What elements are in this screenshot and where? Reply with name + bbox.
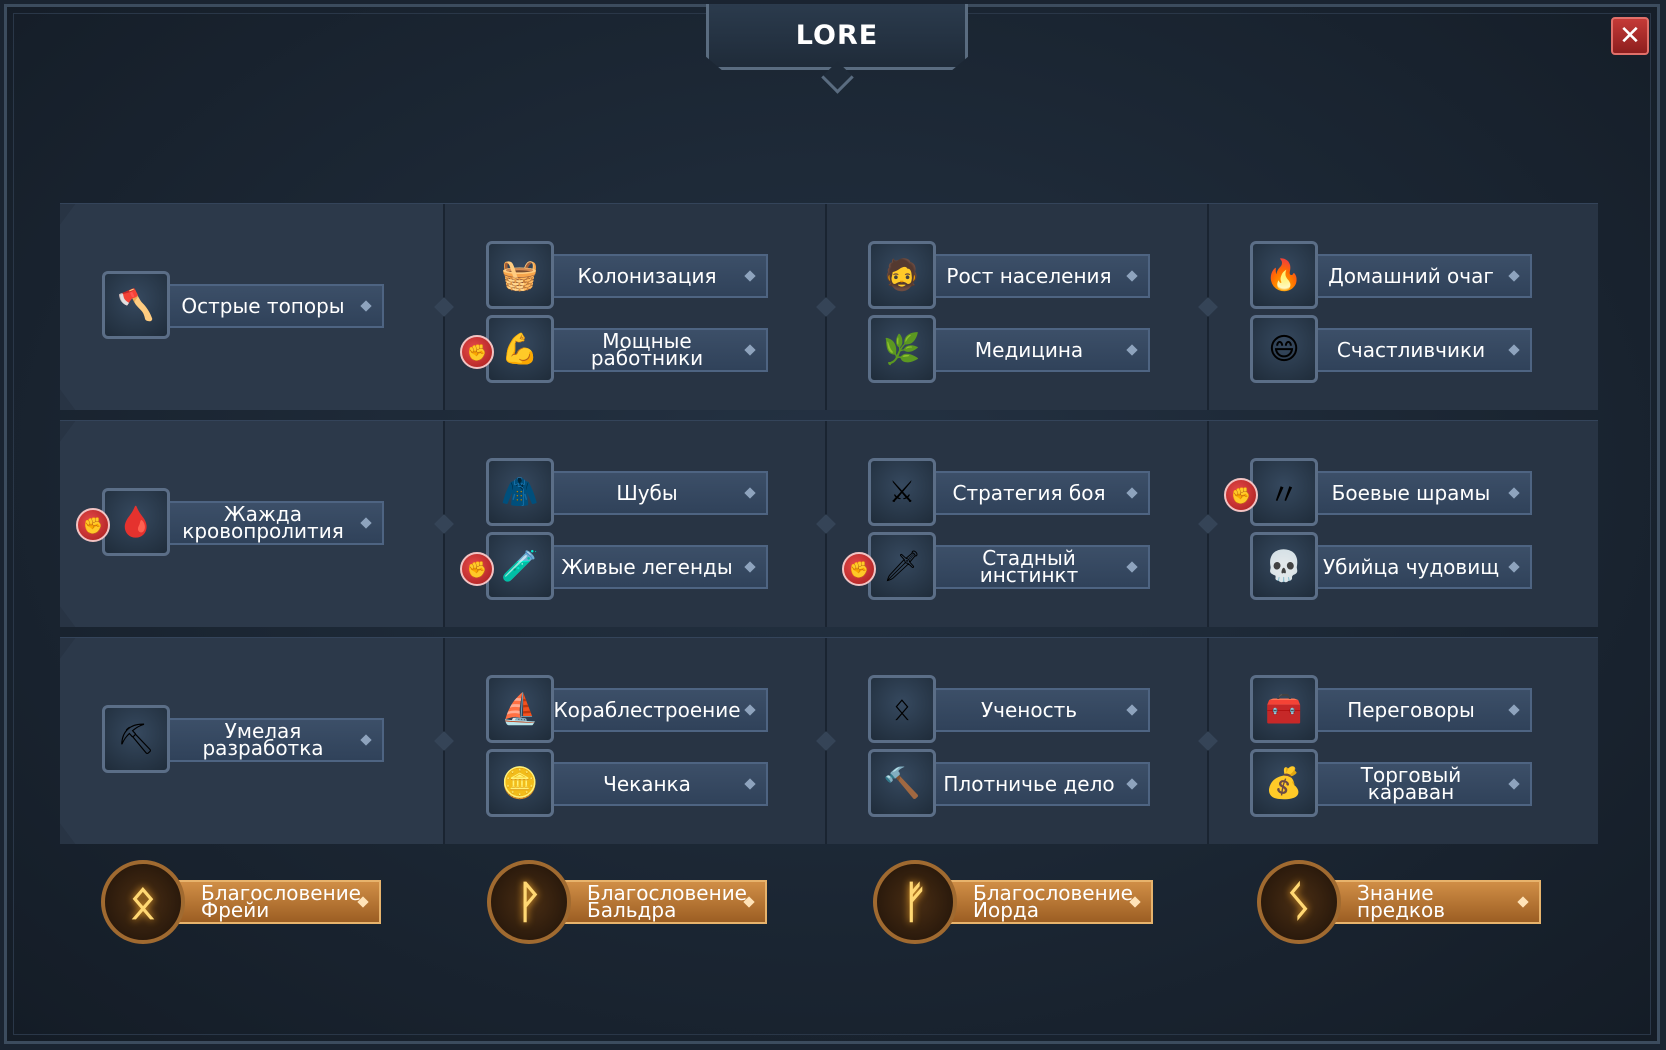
skill-label: Стратегия боя: [928, 471, 1150, 515]
herb-icon: 🌿: [868, 315, 936, 383]
villager-icon: 🧔: [868, 241, 936, 309]
connector-diamond: [1198, 514, 1218, 534]
close-icon: ✕: [1619, 21, 1641, 51]
blessing-label: Благословение Йорда: [935, 880, 1153, 924]
connector-diamond: [1198, 731, 1218, 751]
skill-label: Плотничье дело: [928, 762, 1150, 806]
skill-hammer[interactable]: 🔨 Плотничье дело: [868, 749, 1150, 819]
skill-label: Домашний очаг: [1310, 254, 1532, 298]
skill-label: Счастливчики: [1310, 328, 1532, 372]
skill-label: Колонизация: [546, 254, 768, 298]
blessing-label: Знание предков: [1319, 880, 1541, 924]
trade-coins-icon: 💰: [1250, 749, 1318, 817]
skill-lucky-viking[interactable]: 😄 Счастливчики: [1250, 315, 1532, 385]
skill-label: Торговый караван: [1310, 762, 1532, 806]
worker-icon: 💪: [486, 315, 554, 383]
skill-sword[interactable]: ⚔ Стратегия боя: [868, 458, 1150, 528]
skill-potion[interactable]: ✊ 🧪 Живые легенды: [460, 532, 768, 602]
runestone-icon: ᛟ: [868, 675, 936, 743]
sword-icon: ⚔: [868, 458, 936, 526]
pickaxe-icon: ⛏: [102, 705, 170, 773]
skill-runestone[interactable]: ᛟ Ученость: [868, 675, 1150, 745]
rune-wunjo-icon: ᚹ: [487, 860, 571, 944]
skill-label: Шубы: [546, 471, 768, 515]
rune-fehu-icon: ᚠ: [873, 860, 957, 944]
skill-label: Боевые шрамы: [1310, 471, 1532, 515]
close-button[interactable]: ✕: [1611, 17, 1649, 55]
skill-label: Умелая разработка: [162, 718, 384, 762]
skill-fire[interactable]: 🔥 Домашний очаг: [1250, 241, 1532, 311]
skill-villager[interactable]: 🧔 Рост населения: [868, 241, 1150, 311]
skill-food-basket[interactable]: 🧺 Колонизация: [486, 241, 768, 311]
connector-diamond: [816, 731, 836, 751]
axe-icon: 🪓: [102, 271, 170, 339]
skill-label: Стадный инстинкт: [928, 545, 1150, 589]
skill-skull[interactable]: 💀 Убийца чудовищ: [1250, 532, 1532, 602]
connector-diamond: [816, 514, 836, 534]
skill-label: Чеканка: [546, 762, 768, 806]
skill-label: Медицина: [928, 328, 1150, 372]
potion-icon: 🧪: [486, 532, 554, 600]
ship-icon: ⛵: [486, 675, 554, 743]
skill-claw-marks[interactable]: ✊ 〃 Боевые шрамы: [1224, 458, 1532, 528]
skill-axe[interactable]: 🪓 Острые топоры: [102, 271, 384, 341]
skill-worker[interactable]: ✊ 💪 Мощные работники: [460, 315, 768, 385]
skill-bloody-axe[interactable]: ✊ 🩸 Жажда кровопролития: [76, 488, 384, 558]
skill-label: Мощные работники: [546, 328, 768, 372]
fur-icon: 🧥: [486, 458, 554, 526]
skill-pickaxe[interactable]: ⛏ Умелая разработка: [102, 705, 384, 775]
coin-icon: 🪙: [486, 749, 554, 817]
hammer-icon: 🔨: [868, 749, 936, 817]
skill-label: Переговоры: [1310, 688, 1532, 732]
skill-herb[interactable]: 🌿 Медицина: [868, 315, 1150, 385]
tree-row: ⛏ Умелая разработка ⛵ Кораблестроение 🪙 Чекан…: [60, 637, 1598, 844]
skill-fur[interactable]: 🧥 Шубы: [486, 458, 768, 528]
fire-icon: 🔥: [1250, 241, 1318, 309]
tree-row: ✊ 🩸 Жажда кровопролития 🧥 Шубы ✊ 🧪 Живые легенд…: [60, 420, 1598, 627]
claw-marks-icon: 〃: [1250, 458, 1318, 526]
skill-label: Ученость: [928, 688, 1150, 732]
lucky-viking-icon: 😄: [1250, 315, 1318, 383]
connector-diamond: [1198, 297, 1218, 317]
connector-diamond: [816, 297, 836, 317]
fist-badge-icon: ✊: [842, 552, 876, 586]
skill-label: Кораблестроение: [546, 688, 768, 732]
blessing-label: Благословение Фрейи: [163, 880, 381, 924]
skill-coin[interactable]: 🪙 Чеканка: [486, 749, 768, 819]
rune-sowilo-icon: ᛊ: [1257, 860, 1341, 944]
fist-badge-icon: ✊: [460, 552, 494, 586]
skill-ship[interactable]: ⛵ Кораблестроение: [486, 675, 768, 745]
tree-row: 🪓 Острые топоры 🧺 Колонизация ✊ 💪 Мощные работ…: [60, 203, 1598, 410]
fist-badge-icon: ✊: [460, 335, 494, 369]
skill-label: Жажда кровопролития: [162, 501, 384, 545]
skill-label: Рост населения: [928, 254, 1150, 298]
food-basket-icon: 🧺: [486, 241, 554, 309]
skill-label: Живые легенды: [546, 545, 768, 589]
fist-badge-icon: ✊: [76, 508, 110, 542]
skull-icon: 💀: [1250, 532, 1318, 600]
skill-label: Убийца чудовищ: [1310, 545, 1532, 589]
blessing-label: Благословение Бальдра: [549, 880, 767, 924]
skill-label: Острые топоры: [162, 284, 384, 328]
fist-badge-icon: ✊: [1224, 478, 1258, 512]
skill-spear[interactable]: ✊ 🗡 Стадный инстинкт: [842, 532, 1150, 602]
window-title: LORE: [795, 20, 879, 51]
skill-chest[interactable]: 🧰 Переговоры: [1250, 675, 1532, 745]
chest-icon: 🧰: [1250, 675, 1318, 743]
rune-othala-icon: ᛟ: [101, 860, 185, 944]
skill-trade-coins[interactable]: 💰 Торговый караван: [1250, 749, 1532, 819]
bloody-axe-icon: 🩸: [102, 488, 170, 556]
spear-icon: 🗡: [868, 532, 936, 600]
